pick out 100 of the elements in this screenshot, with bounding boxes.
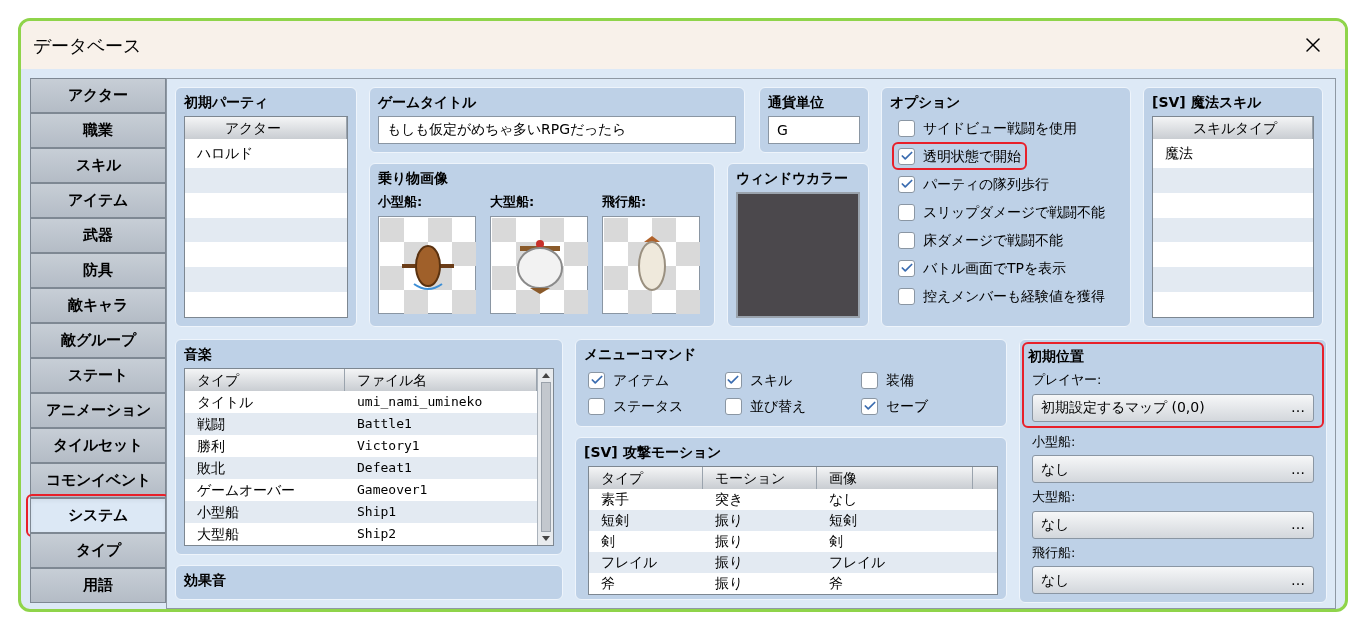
window-color-swatch[interactable]	[736, 192, 860, 318]
sidebar-tab[interactable]: 敵グループ	[30, 323, 166, 358]
field-label: 小型船:	[378, 193, 424, 211]
checkbox[interactable]	[898, 203, 915, 221]
sidebar-tab[interactable]: ステート	[30, 358, 166, 393]
column-header[interactable]: スキルタイプ	[1153, 117, 1313, 139]
sidebar-tab[interactable]: スキル	[30, 148, 166, 183]
sidebar-tab[interactable]: 敵キャラ	[30, 288, 166, 323]
column-header[interactable]: 画像	[817, 467, 973, 489]
checkbox[interactable]	[588, 371, 605, 389]
sidebar-tab[interactable]: アクター	[30, 78, 166, 113]
column-header[interactable]: タイプ	[185, 369, 345, 391]
picker-value: なし	[1041, 570, 1069, 590]
table-cell-text: umi_nami_umineko	[356, 393, 484, 412]
column-header[interactable]: モーション	[703, 467, 817, 489]
checkbox[interactable]	[898, 119, 915, 137]
checkbox-label: ステータス	[613, 396, 683, 416]
picker-value: 初期設定するマップ (0,0)	[1041, 398, 1205, 417]
table-cell-text: 短剣	[828, 511, 858, 530]
check-icon	[726, 373, 741, 387]
table-cell-text: 剣	[600, 532, 616, 551]
checkbox[interactable]	[861, 397, 879, 415]
scroll-up-icon[interactable]	[541, 373, 550, 378]
picker-button[interactable]: なし …	[1032, 510, 1314, 539]
panel-title: 音楽	[184, 345, 213, 364]
picker-button[interactable]: なし …	[1032, 455, 1314, 483]
table-cell-text: なし	[828, 490, 858, 509]
sidebar-tab[interactable]: タイルセット	[30, 428, 166, 463]
check-icon	[589, 373, 604, 387]
table-cell-text: 振り	[714, 511, 744, 530]
picker-value: なし	[1041, 515, 1069, 534]
sidebar-tab[interactable]: アニメーション	[30, 393, 166, 428]
sidebar-tab[interactable]: 武器	[30, 218, 166, 253]
scrollbar[interactable]	[537, 369, 553, 545]
panel-title: [SV] 攻撃モーション	[584, 443, 722, 462]
picker-button[interactable]: 初期設定するマップ (0,0) …	[1032, 393, 1314, 422]
table-cell-text: Gameover1	[356, 481, 429, 500]
sidebar-tab[interactable]: 防具	[30, 253, 166, 288]
checkbox-label: スキル	[749, 370, 792, 390]
sidebar-tab[interactable]: システム	[30, 498, 166, 533]
check-icon	[862, 399, 877, 413]
checkbox-label: 透明状態で開始	[923, 146, 1021, 166]
panel-title: 効果音	[184, 571, 227, 590]
table-cell-text: Defeat1	[356, 459, 413, 478]
window-title: データベース	[33, 33, 141, 58]
table-cell-text: 敗北	[196, 458, 226, 478]
table-cell-text: 大型船	[196, 524, 240, 544]
sidebar-tab[interactable]: コモンイベント	[30, 463, 166, 498]
check-icon	[899, 149, 914, 163]
more-label: …	[1291, 570, 1305, 590]
checkbox[interactable]	[588, 397, 605, 415]
table-cell-text: 戦闘	[196, 414, 226, 434]
table-cell-text: フレイル	[600, 553, 658, 572]
sidebar-tab[interactable]: 用語	[30, 568, 166, 603]
checkbox-label: セーブ	[886, 396, 929, 416]
column-header[interactable]: アクター	[185, 117, 347, 139]
currency-field[interactable]: G	[768, 116, 860, 144]
panel-title: 初期パーティ	[184, 93, 269, 112]
table-cell-text: 振り	[714, 532, 744, 551]
scrollbar-thumb[interactable]	[540, 382, 551, 532]
checkbox[interactable]	[724, 371, 742, 389]
checkbox[interactable]	[724, 397, 742, 415]
picker-button[interactable]: なし …	[1032, 566, 1314, 594]
game-title-field[interactable]: もしも仮定がめちゃ多いRPGだったら	[378, 116, 736, 144]
more-label: …	[1291, 459, 1305, 479]
header-filler	[973, 467, 997, 489]
table-cell-text: 斧	[828, 574, 844, 593]
checkbox[interactable]	[898, 175, 915, 193]
panel-title: ウィンドウカラー	[736, 169, 849, 188]
panel-title: オプション	[890, 93, 961, 112]
sidebar-tab[interactable]: アイテム	[30, 183, 166, 218]
table-cell-text: 突き	[714, 490, 744, 509]
check-icon	[899, 261, 914, 275]
table-cell-text: Battle1	[356, 415, 413, 434]
checkbox-label: 装備	[886, 370, 915, 390]
sidebar-tab[interactable]: タイプ	[30, 533, 166, 568]
panel-title: ゲームタイトル	[378, 93, 477, 112]
scroll-down-icon[interactable]	[541, 536, 550, 541]
table-cell-text: 剣	[828, 532, 844, 551]
sidebar-tab[interactable]: 職業	[30, 113, 166, 148]
table-cell-text: フレイル	[828, 553, 886, 572]
table-cell-text: Ship2	[356, 525, 398, 544]
checkbox[interactable]	[861, 371, 879, 389]
check-icon	[899, 177, 914, 191]
column-header[interactable]: ファイル名	[345, 369, 537, 391]
checkbox[interactable]	[898, 287, 915, 305]
more-label: …	[1291, 398, 1305, 417]
table-cell-text: 振り	[714, 574, 744, 593]
table-cell-text: タイトル	[196, 392, 254, 412]
checkbox[interactable]	[898, 259, 915, 277]
column-header[interactable]: タイプ	[589, 467, 703, 489]
checkbox[interactable]	[898, 231, 915, 249]
field-label: プレイヤー:	[1032, 371, 1103, 389]
panel-title: [SV] 魔法スキル	[1152, 93, 1262, 112]
table-cell-text: ゲームオーバー	[196, 480, 296, 500]
picker-value: なし	[1041, 459, 1069, 479]
checkbox-label: バトル画面でTPを表示	[923, 258, 1066, 278]
checkbox[interactable]	[898, 147, 915, 165]
more-label: …	[1291, 515, 1305, 534]
table-cell-text: Victory1	[356, 437, 421, 456]
